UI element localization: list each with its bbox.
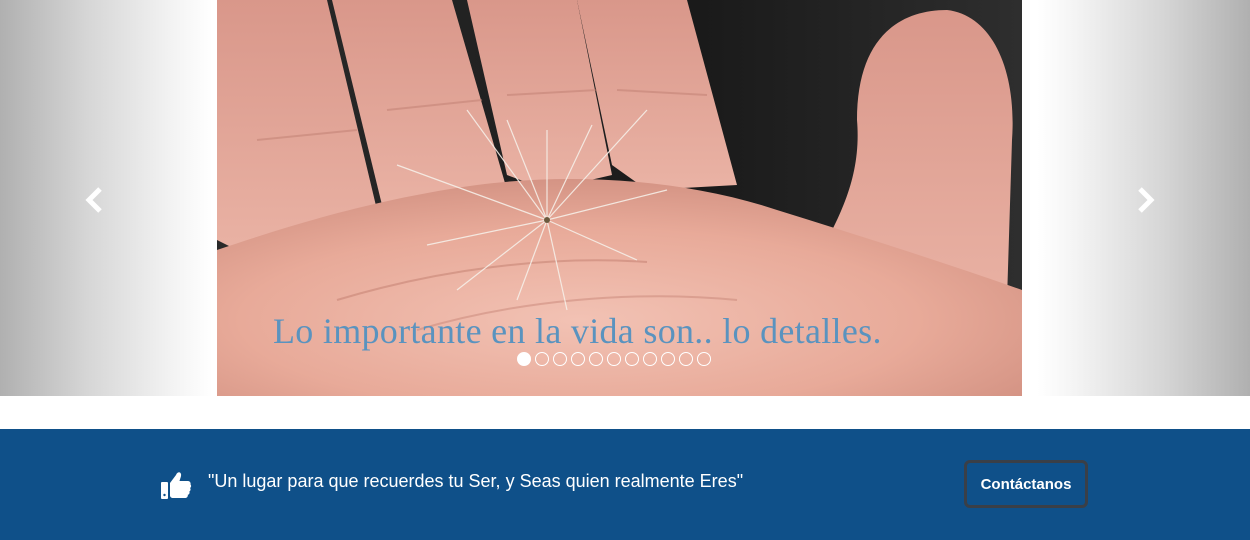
thumbs-up-icon <box>161 472 192 499</box>
chevron-right-icon <box>1138 187 1155 213</box>
contact-button[interactable]: Contáctanos <box>964 460 1088 508</box>
carousel-indicator-dot[interactable] <box>643 352 657 366</box>
carousel-indicator-dot[interactable] <box>661 352 675 366</box>
chevron-left-icon <box>85 187 102 213</box>
slogan-banner: "Un lugar para que recuerdes tu Ser, y S… <box>0 429 1250 540</box>
carousel-indicator-dot[interactable] <box>607 352 621 366</box>
carousel-indicator-dot[interactable] <box>517 352 531 366</box>
carousel-indicator-dot[interactable] <box>697 352 711 366</box>
carousel-prev-button[interactable] <box>74 180 114 220</box>
carousel-indicator-dot[interactable] <box>553 352 567 366</box>
carousel-indicators <box>517 352 711 366</box>
carousel-indicator-dot[interactable] <box>535 352 549 366</box>
carousel-indicator-dot[interactable] <box>679 352 693 366</box>
carousel-slide-image: Lo importante en la vida son.. lo detall… <box>217 0 1022 396</box>
carousel-indicator-dot[interactable] <box>589 352 603 366</box>
carousel-indicator-dot[interactable] <box>571 352 585 366</box>
slogan-text: "Un lugar para que recuerdes tu Ser, y S… <box>208 471 744 491</box>
image-carousel: Lo importante en la vida son.. lo detall… <box>0 0 1250 396</box>
carousel-next-button[interactable] <box>1126 180 1166 220</box>
carousel-indicator-dot[interactable] <box>625 352 639 366</box>
slide-caption: Lo importante en la vida son.. lo detall… <box>273 311 882 351</box>
